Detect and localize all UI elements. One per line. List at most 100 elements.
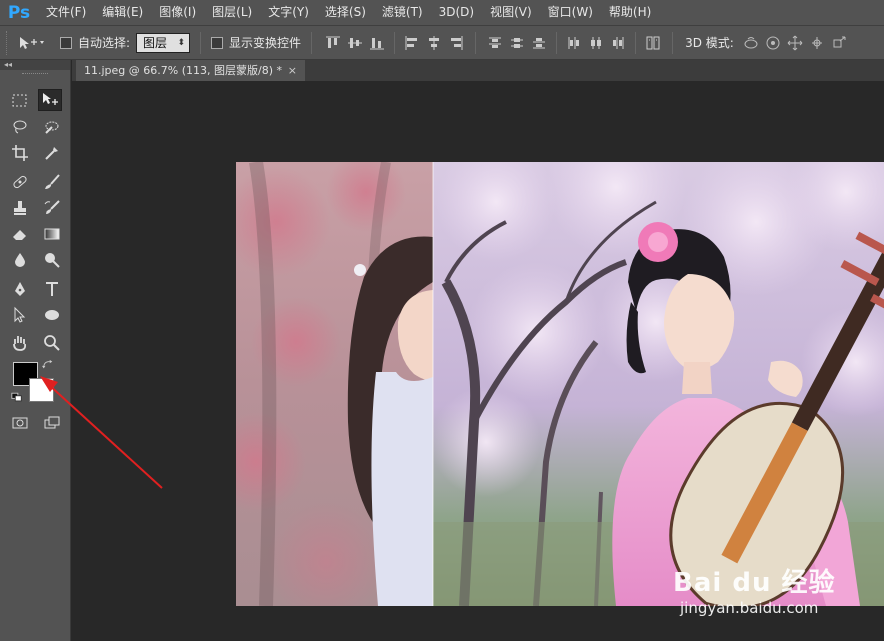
history-brush-tool[interactable] — [40, 197, 64, 219]
menu-3d[interactable]: 3D(D) — [431, 0, 482, 25]
gradient-icon — [44, 228, 60, 240]
move-icon — [43, 93, 58, 105]
healing-brush-tool[interactable] — [8, 171, 32, 193]
brush-tool[interactable] — [40, 171, 64, 193]
3d-scale-icon[interactable] — [830, 34, 848, 52]
close-tab-icon[interactable]: × — [288, 60, 297, 81]
distribute-left-icon[interactable] — [565, 34, 583, 52]
lasso-tool[interactable] — [8, 116, 32, 138]
menu-edit[interactable]: 编辑(E) — [94, 0, 151, 25]
separator — [394, 31, 396, 54]
distribute-right-icon[interactable] — [609, 34, 627, 52]
separator — [672, 31, 674, 54]
canvas-area[interactable] — [72, 81, 884, 641]
tools-panel-collapse[interactable]: ◂◂ — [0, 60, 70, 70]
ellipse-icon — [45, 310, 59, 320]
menu-help[interactable]: 帮助(H) — [601, 0, 659, 25]
auto-align-layers-icon[interactable] — [644, 34, 662, 52]
3d-pan-icon[interactable] — [786, 34, 804, 52]
separator — [635, 31, 637, 54]
eyedropper-icon — [45, 147, 58, 160]
composite-photo-illustration — [236, 162, 884, 606]
align-vcenter-icon[interactable] — [346, 34, 364, 52]
auto-select-checkbox[interactable] — [60, 36, 72, 49]
dropdown-arrows-icon: ⬍ — [177, 37, 186, 48]
3d-mode-label: 3D 模式: — [685, 36, 734, 50]
zoom-tool[interactable] — [40, 332, 64, 354]
eraser-icon — [13, 230, 26, 240]
lasso-icon — [13, 120, 27, 134]
background-color-swatch[interactable] — [29, 378, 54, 402]
document-tab[interactable]: 11.jpeg @ 66.7% (113, 图层蒙版/8) * × — [76, 60, 305, 81]
menu-window[interactable]: 窗口(W) — [540, 0, 601, 25]
photoshop-window: Ps 文件(F) 编辑(E) 图像(I) 图层(L) 文字(Y) 选择(S) 滤… — [0, 0, 884, 641]
type-tool[interactable] — [40, 278, 64, 300]
ellipse-tool[interactable] — [40, 304, 64, 326]
separator — [200, 31, 202, 54]
menu-file[interactable]: 文件(F) — [38, 0, 94, 25]
3d-rotate-icon[interactable] — [742, 34, 760, 52]
eraser-tool[interactable] — [8, 223, 32, 245]
move-tool-icon — [20, 36, 44, 49]
document-canvas-image[interactable] — [236, 162, 884, 606]
separator — [475, 31, 477, 54]
align-top-icon[interactable] — [324, 34, 342, 52]
tools-panel: ◂◂ — [0, 60, 71, 641]
default-colors-icon[interactable] — [10, 391, 24, 403]
align-hcenter-icon[interactable] — [425, 34, 443, 52]
document-tab-title: 11.jpeg @ 66.7% (113, 图层蒙版/8) * — [84, 64, 282, 77]
separator — [556, 31, 558, 54]
pen-icon — [15, 282, 25, 296]
auto-select-value: 图层 — [143, 35, 168, 50]
hand-tool[interactable] — [8, 332, 32, 354]
menu-image[interactable]: 图像(I) — [151, 0, 204, 25]
bandage-icon — [13, 175, 27, 189]
align-right-icon[interactable] — [447, 34, 465, 52]
gradient-tool[interactable] — [40, 223, 64, 245]
dodge-tool[interactable] — [40, 249, 64, 271]
swap-colors-icon[interactable] — [40, 358, 56, 372]
document-tab-bar: 11.jpeg @ 66.7% (113, 图层蒙版/8) * × — [72, 60, 884, 81]
menu-select[interactable]: 选择(S) — [317, 0, 374, 25]
menu-filter[interactable]: 滤镜(T) — [374, 0, 431, 25]
distribute-hcenter-icon[interactable] — [587, 34, 605, 52]
screen-mode-icon — [44, 416, 60, 429]
menu-view[interactable]: 视图(V) — [482, 0, 540, 25]
clone-stamp-tool[interactable] — [8, 197, 32, 219]
quick-selection-icon — [45, 121, 59, 134]
blur-tool[interactable] — [8, 249, 32, 271]
menu-bar: Ps 文件(F) 编辑(E) 图像(I) 图层(L) 文字(Y) 选择(S) 滤… — [0, 0, 884, 25]
marquee-tool[interactable] — [8, 90, 32, 112]
distribute-vcenter-icon[interactable] — [508, 34, 526, 52]
quick-selection-tool[interactable] — [40, 116, 64, 138]
crop-tool[interactable] — [8, 142, 32, 164]
baidu-watermark-url: jingyan.baidu.com — [680, 599, 819, 617]
align-bottom-icon[interactable] — [368, 34, 386, 52]
magnifier-icon — [44, 335, 60, 351]
tool-preset-picker[interactable] — [12, 31, 52, 55]
dodge-icon — [45, 253, 60, 268]
separator — [311, 31, 313, 54]
align-left-icon[interactable] — [403, 34, 421, 52]
pen-tool[interactable] — [8, 278, 32, 300]
distribute-bottom-icon[interactable] — [530, 34, 548, 52]
path-selection-tool[interactable] — [8, 304, 32, 326]
show-transform-label: 显示变换控件 — [229, 36, 302, 50]
rectangular-marquee-icon — [12, 94, 27, 107]
auto-select-dropdown[interactable]: 图层 ⬍ — [136, 32, 191, 53]
eyedropper-tool[interactable] — [40, 142, 64, 164]
menu-type[interactable]: 文字(Y) — [260, 0, 317, 25]
type-t-icon — [46, 282, 58, 296]
quick-mask-tool[interactable] — [8, 412, 32, 434]
3d-roll-icon[interactable] — [764, 34, 782, 52]
baidu-watermark-logo: Bai du 经验 — [673, 568, 836, 598]
show-transform-checkbox[interactable] — [211, 36, 224, 49]
distribute-top-icon[interactable] — [486, 34, 504, 52]
move-tool[interactable] — [38, 89, 62, 111]
water-drop-icon — [15, 253, 25, 267]
screen-mode-tool[interactable] — [40, 412, 64, 434]
3d-slide-icon[interactable] — [808, 34, 826, 52]
tools-panel-grip[interactable] — [22, 73, 48, 79]
menu-layer[interactable]: 图层(L) — [204, 0, 260, 25]
auto-select-label: 自动选择: — [78, 36, 131, 50]
